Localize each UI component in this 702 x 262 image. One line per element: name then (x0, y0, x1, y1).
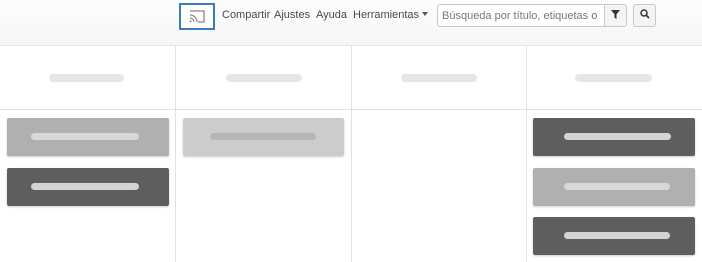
card[interactable] (533, 168, 695, 206)
board-column (176, 46, 352, 262)
nav-herramientas[interactable]: Herramientas (353, 9, 429, 21)
column-header (0, 46, 175, 110)
card-placeholder (31, 183, 139, 190)
nav-compartir[interactable]: Compartir (222, 9, 270, 21)
header-placeholder (226, 74, 302, 82)
header-placeholder (575, 74, 652, 82)
cast-icon (189, 10, 205, 23)
chevron-down-icon (422, 12, 429, 17)
card-placeholder (564, 183, 670, 190)
card[interactable] (533, 217, 695, 255)
card-placeholder (564, 232, 670, 239)
card-placeholder (210, 133, 316, 140)
nav-ajustes[interactable]: Ajustes (274, 9, 310, 21)
filter-icon (611, 9, 621, 22)
header-placeholder (49, 74, 124, 82)
search-box (437, 4, 627, 27)
card[interactable] (7, 118, 169, 156)
cast-button[interactable] (179, 3, 215, 30)
search-input[interactable] (438, 5, 605, 26)
card-placeholder (31, 133, 139, 140)
kanban-board (0, 46, 702, 262)
nav-ayuda[interactable]: Ayuda (316, 9, 347, 21)
search-icon (639, 9, 650, 22)
card-placeholder (564, 133, 671, 140)
search-button[interactable] (633, 4, 656, 27)
board-column (352, 46, 527, 262)
board-column (527, 46, 702, 262)
card[interactable] (533, 118, 695, 156)
filter-button[interactable] (604, 5, 626, 26)
board-column (0, 46, 176, 262)
header-placeholder (401, 74, 477, 82)
card[interactable] (7, 168, 169, 206)
column-header (176, 46, 351, 110)
toolbar: Compartir Ajustes Ayuda Herramientas (0, 0, 702, 46)
column-header (352, 46, 526, 110)
column-header (527, 46, 702, 110)
card[interactable] (183, 118, 344, 156)
nav-herramientas-label: Herramientas (353, 9, 420, 21)
